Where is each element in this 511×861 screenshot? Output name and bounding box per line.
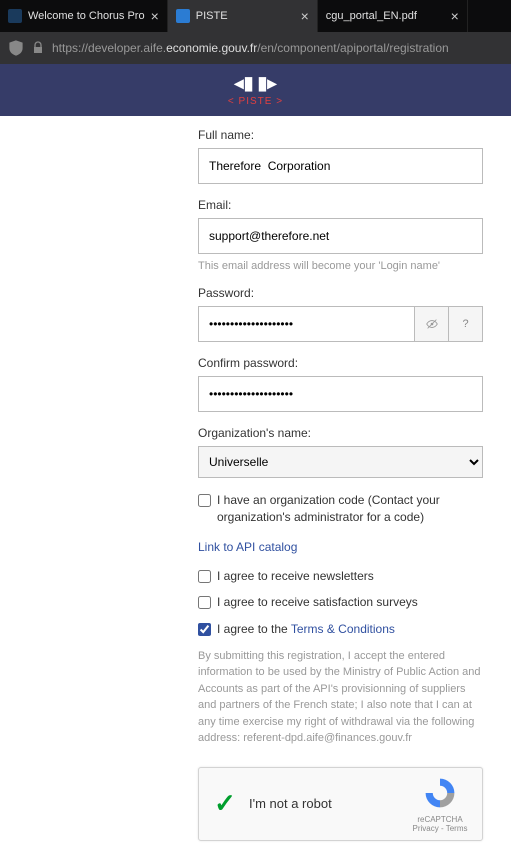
organization-label: Organization's name: — [198, 426, 483, 440]
password-label: Password: — [198, 286, 483, 300]
email-input[interactable] — [198, 218, 483, 254]
email-hint: This email address will become your 'Log… — [198, 260, 483, 272]
fullname-label: Full name: — [198, 128, 483, 142]
lock-icon — [30, 40, 46, 56]
recaptcha-widget[interactable]: ✓ I'm not a robot reCAPTCHA Privacy - Te… — [198, 767, 483, 841]
recaptcha-logo: reCAPTCHA Privacy - Terms — [410, 775, 470, 833]
disclaimer-text: By submitting this registration, I accep… — [198, 648, 483, 747]
toggle-visibility-icon[interactable] — [415, 306, 449, 342]
tab-favicon — [176, 9, 190, 23]
api-catalog-link[interactable]: Link to API catalog — [198, 540, 483, 554]
surveys-checkbox[interactable] — [198, 596, 211, 609]
url-bar[interactable]: https://developer.aife.economie.gouv.fr/… — [0, 32, 511, 64]
confirm-password-input[interactable] — [198, 376, 483, 412]
password-input[interactable] — [198, 306, 415, 342]
newsletters-label: I agree to receive newsletters — [217, 568, 374, 585]
recaptcha-label: I'm not a robot — [249, 796, 410, 811]
orgcode-label: I have an organization code (Contact you… — [217, 492, 483, 526]
tab-title: cgu_portal_EN.pdf — [326, 10, 445, 22]
close-icon[interactable]: × — [301, 8, 309, 24]
newsletters-checkbox[interactable] — [198, 570, 211, 583]
page-header: ◂▮▮▸ < PISTE > — [0, 64, 511, 116]
registration-form: Full name: Email: This email address wil… — [0, 116, 511, 861]
browser-tabs: Welcome to Chorus Pro × PISTE × cgu_port… — [0, 0, 511, 32]
tab-chorus[interactable]: Welcome to Chorus Pro × — [0, 0, 168, 32]
brand-name: < PISTE > — [228, 96, 283, 107]
tab-favicon — [8, 9, 22, 23]
tab-title: Welcome to Chorus Pro — [28, 10, 145, 22]
recaptcha-checkmark-icon: ✓ — [211, 790, 239, 818]
confirm-password-label: Confirm password: — [198, 356, 483, 370]
tab-title: PISTE — [196, 10, 295, 22]
close-icon[interactable]: × — [151, 8, 159, 24]
url-text: https://developer.aife.economie.gouv.fr/… — [52, 41, 449, 55]
fullname-input[interactable] — [198, 148, 483, 184]
logo-icon: ◂▮▮▸ — [235, 73, 277, 94]
tab-piste[interactable]: PISTE × — [168, 0, 318, 32]
orgcode-checkbox[interactable] — [198, 494, 211, 507]
terms-label: I agree to the Terms & Conditions — [217, 621, 395, 638]
tab-cgu[interactable]: cgu_portal_EN.pdf × — [318, 0, 468, 32]
organization-select[interactable]: Universelle — [198, 446, 483, 478]
close-icon[interactable]: × — [451, 8, 459, 24]
surveys-label: I agree to receive satisfaction surveys — [217, 594, 418, 611]
password-help-button[interactable]: ? — [449, 306, 483, 342]
email-label: Email: — [198, 198, 483, 212]
shield-icon — [8, 40, 24, 56]
terms-link[interactable]: Terms & Conditions — [291, 622, 395, 636]
terms-checkbox[interactable] — [198, 623, 211, 636]
